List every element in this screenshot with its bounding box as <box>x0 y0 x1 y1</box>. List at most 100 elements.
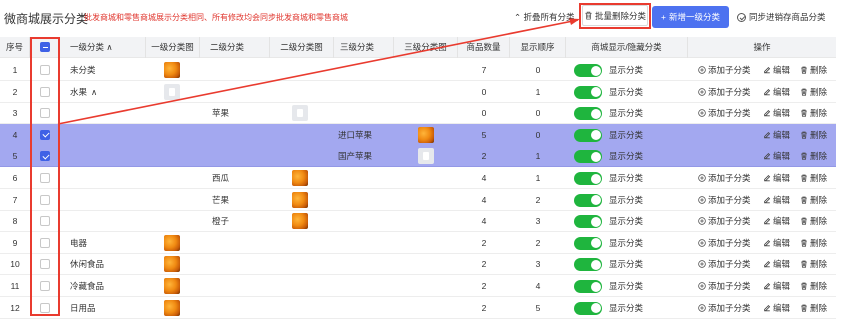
display-order: 1 <box>535 151 541 162</box>
delete-button[interactable]: 删除 <box>800 297 827 319</box>
edit-button[interactable]: 编辑 <box>763 145 790 167</box>
add-subcategory-label: 添加子分类 <box>708 108 751 119</box>
delete-button[interactable]: 删除 <box>800 232 827 254</box>
product-count: 2 <box>481 151 487 162</box>
table-row: 5 国产苹果 2 1 显示分类 编辑 删除 <box>0 145 836 168</box>
visibility-toggle[interactable] <box>574 258 602 272</box>
product-count: 4 <box>481 216 487 227</box>
add-subcategory-label: 添加子分类 <box>708 194 751 205</box>
product-count: 2 <box>481 281 487 291</box>
row-checkbox[interactable] <box>40 237 50 248</box>
visibility-toggle[interactable] <box>574 150 602 164</box>
add-subcategory-button[interactable]: 添加子分类 <box>698 102 751 124</box>
col-actions: 操作 <box>753 42 771 52</box>
add-subcategory-button[interactable]: 添加子分类 <box>698 210 751 232</box>
col-level1[interactable]: 一级分类 ∧ <box>60 37 146 58</box>
add-level1-button[interactable]: + 新增一级分类 <box>652 6 729 28</box>
visibility-toggle[interactable] <box>574 280 602 293</box>
row-checkbox[interactable] <box>40 281 50 291</box>
visibility-label: 显示分类 <box>609 302 644 313</box>
visibility-toggle[interactable] <box>574 236 602 250</box>
visibility-label: 显示分类 <box>609 259 644 270</box>
add-subcategory-button[interactable]: 添加子分类 <box>698 81 751 103</box>
select-all-checkbox[interactable] <box>40 42 50 52</box>
add-subcategory-button[interactable]: 添加子分类 <box>698 189 751 211</box>
row-checkbox[interactable] <box>40 302 50 313</box>
edit-icon <box>764 67 771 74</box>
delete-button[interactable]: 删除 <box>800 59 827 81</box>
product-count: 4 <box>481 194 487 205</box>
row-checkbox[interactable] <box>40 86 50 97</box>
row-index: 8 <box>12 216 18 227</box>
delete-button[interactable]: 删除 <box>800 189 827 211</box>
chevron-up-icon[interactable]: ∧ <box>91 81 97 103</box>
display-order: 4 <box>535 281 541 291</box>
row-checkbox[interactable] <box>40 194 50 205</box>
row-checkbox[interactable] <box>40 108 50 119</box>
page-title: 微商城展示分类 <box>4 12 89 26</box>
product-count: 2 <box>481 302 487 313</box>
visibility-toggle[interactable] <box>574 215 602 229</box>
row-checkbox[interactable] <box>40 216 50 227</box>
visibility-toggle[interactable] <box>574 107 602 121</box>
visibility-toggle[interactable] <box>574 301 602 315</box>
delete-button[interactable]: 删除 <box>800 145 827 167</box>
visibility-toggle[interactable] <box>574 172 602 185</box>
trash-icon <box>801 66 807 74</box>
edit-button[interactable]: 编辑 <box>763 124 790 146</box>
row-index: 4 <box>12 129 18 140</box>
delete-button[interactable]: 删除 <box>800 81 827 103</box>
row-checkbox[interactable] <box>40 65 50 75</box>
delete-button[interactable]: 删除 <box>800 102 827 124</box>
delete-button[interactable]: 删除 <box>800 167 827 189</box>
edit-button[interactable]: 编辑 <box>763 232 790 254</box>
edit-button[interactable]: 编辑 <box>763 81 790 103</box>
delete-button[interactable]: 删除 <box>800 210 827 232</box>
edit-button[interactable]: 编辑 <box>763 102 790 124</box>
delete-button[interactable]: 删除 <box>800 124 827 146</box>
add-subcategory-button[interactable]: 添加子分类 <box>698 59 751 81</box>
edit-button[interactable]: 编辑 <box>763 253 790 275</box>
delete-label: 删除 <box>810 129 828 140</box>
trash-icon <box>801 261 807 268</box>
visibility-label: 显示分类 <box>609 86 644 97</box>
visibility-toggle[interactable] <box>574 85 602 99</box>
row-checkbox[interactable] <box>40 151 50 162</box>
delete-label: 删除 <box>810 65 828 75</box>
sync-inventory-button[interactable]: 同步进销存商品分类 <box>737 11 826 23</box>
edit-button[interactable]: 编辑 <box>763 189 790 211</box>
col-level2-img: 二级分类图 <box>270 37 334 58</box>
edit-button[interactable]: 编辑 <box>763 297 790 319</box>
product-count: 0 <box>481 86 487 97</box>
edit-button[interactable]: 编辑 <box>763 167 790 189</box>
plus-circle-icon <box>698 303 706 312</box>
add-subcategory-button[interactable]: 添加子分类 <box>698 167 751 189</box>
row-checkbox[interactable] <box>40 173 50 183</box>
level1-name: 水果 <box>70 86 88 97</box>
add-subcategory-button[interactable]: 添加子分类 <box>698 275 751 297</box>
edit-button[interactable]: 编辑 <box>763 275 790 297</box>
edit-label: 编辑 <box>773 237 791 248</box>
row-checkbox[interactable] <box>40 129 50 140</box>
add-subcategory-button[interactable]: 添加子分类 <box>698 232 751 254</box>
batch-delete-button[interactable]: 批量删除分类 <box>582 5 648 26</box>
collapse-all-button[interactable]: ⌃ 折叠所有分类 <box>514 11 575 23</box>
visibility-toggle[interactable] <box>574 64 602 77</box>
edit-icon <box>764 88 771 95</box>
add-subcategory-button[interactable]: 添加子分类 <box>698 297 751 319</box>
delete-button[interactable]: 删除 <box>800 253 827 275</box>
col-level2: 二级分类 <box>200 37 270 58</box>
visibility-toggle[interactable] <box>574 128 602 142</box>
table-row: 4 进口苹果 5 0 显示分类 编辑 删除 <box>0 123 836 146</box>
row-checkbox[interactable] <box>40 259 50 270</box>
visibility-toggle[interactable] <box>574 193 602 207</box>
edit-button[interactable]: 编辑 <box>763 59 790 81</box>
trash-icon <box>801 217 807 225</box>
edit-icon <box>764 153 771 160</box>
collapse-all-label: 折叠所有分类 <box>523 12 575 22</box>
delete-button[interactable]: 删除 <box>800 275 827 297</box>
sync-inventory-label: 同步进销存商品分类 <box>749 12 826 22</box>
edit-button[interactable]: 编辑 <box>763 210 790 232</box>
table-row: 9 电器 2 2 显示分类 添加子分类 编辑 删除 <box>0 232 836 254</box>
add-subcategory-button[interactable]: 添加子分类 <box>698 253 751 275</box>
